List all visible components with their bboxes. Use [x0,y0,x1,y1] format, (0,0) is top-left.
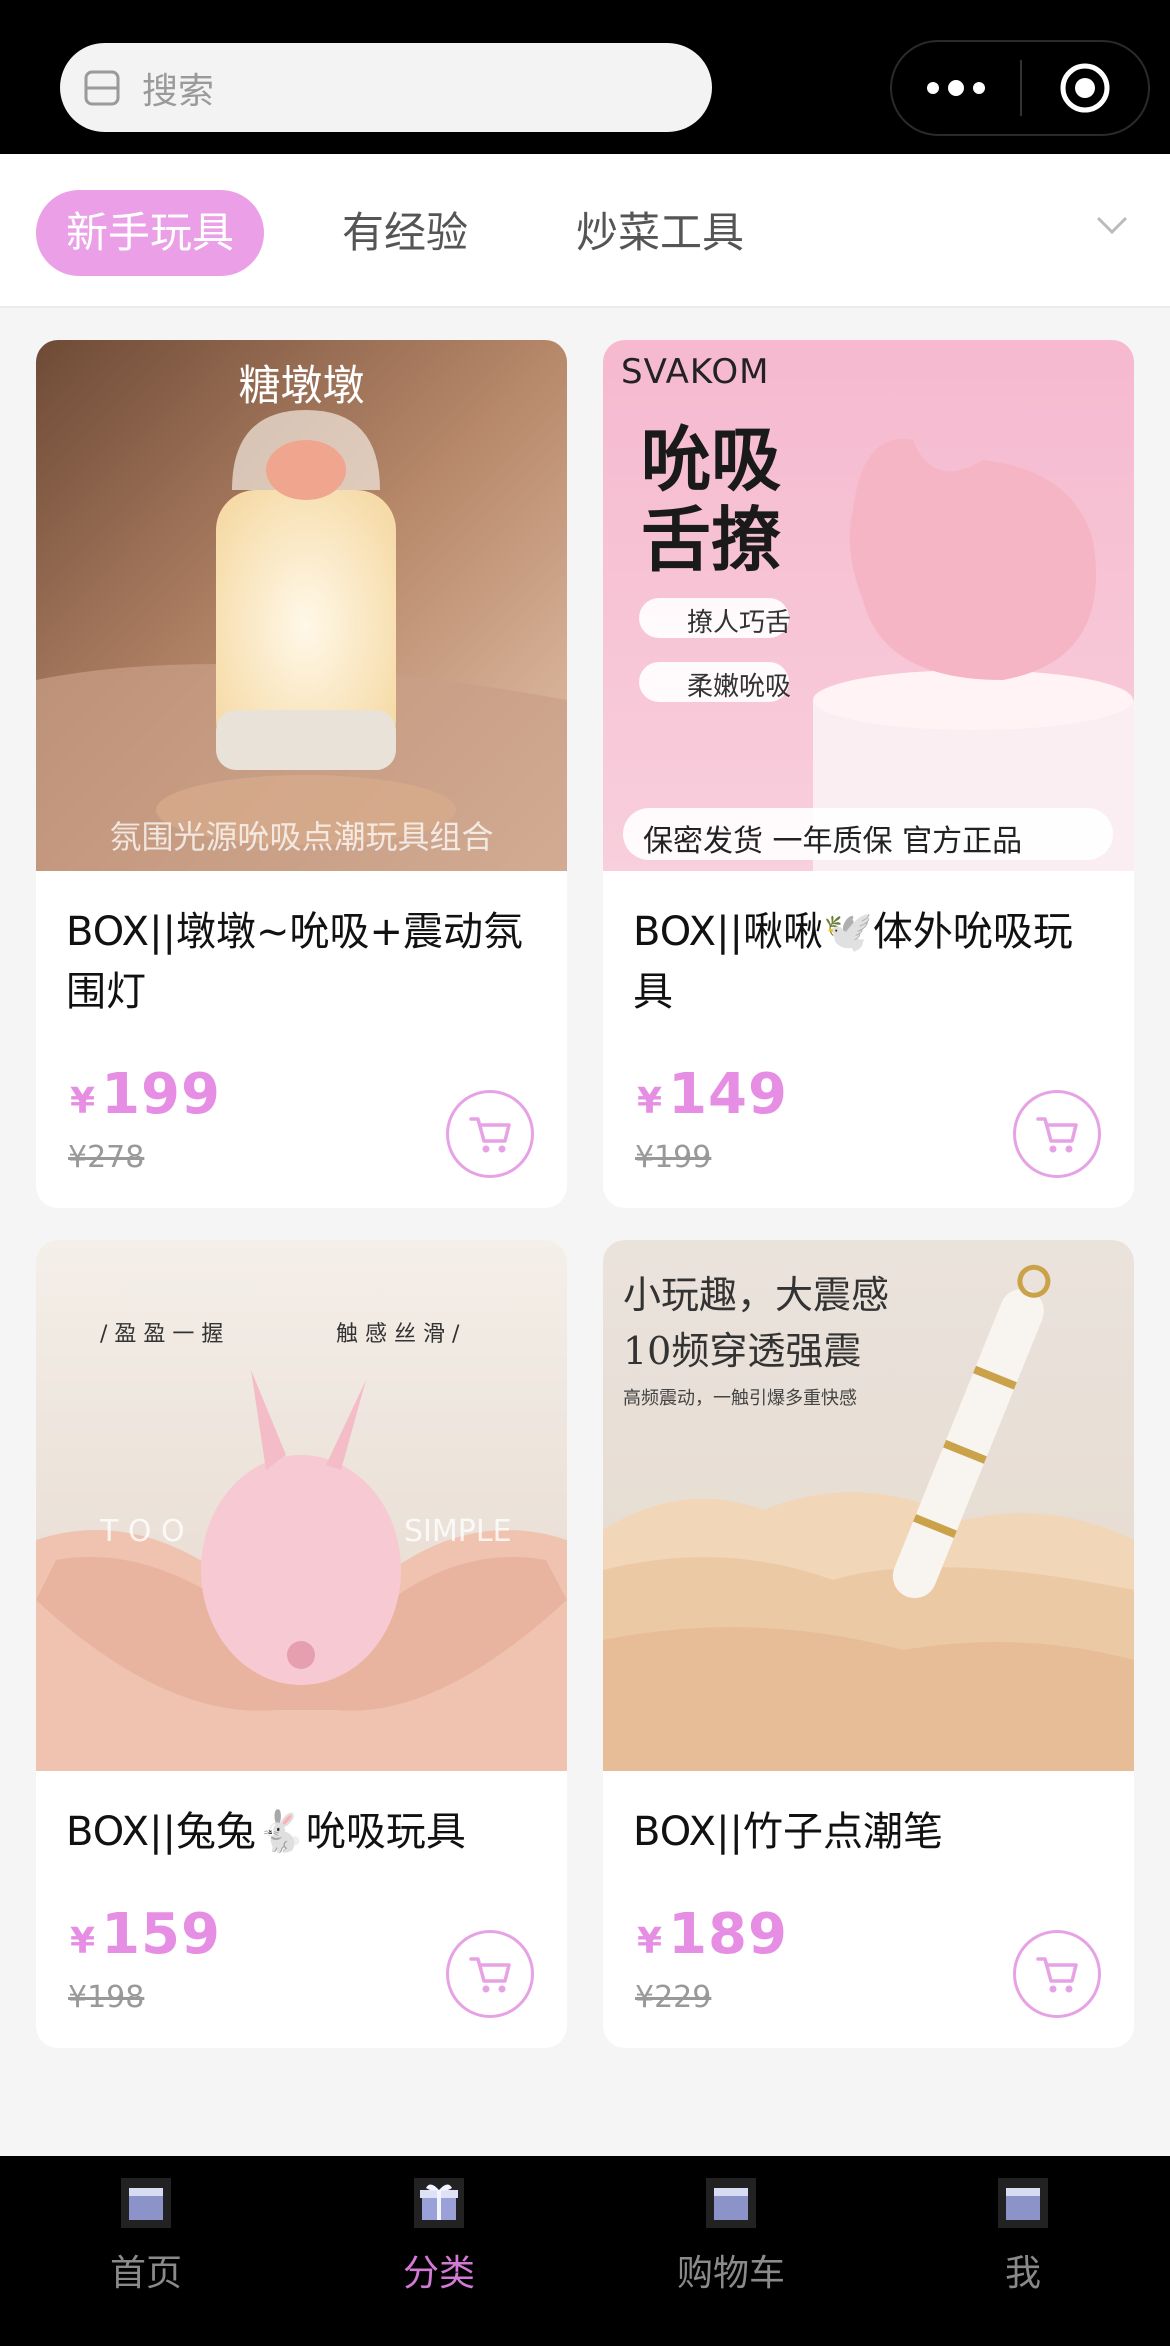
image-caption: T O O [100,1514,185,1549]
gift-box-icon [414,2178,464,2228]
target-icon[interactable] [1022,61,1148,115]
product-card[interactable]: SVAKOM 吮吸舌撩 撩人巧舌 柔嫩吮吸 保密发货 一年质保 官方正品 BOX… [603,340,1134,1208]
product-price: ¥ 159 [70,1902,221,1967]
price-value: 149 [668,1062,788,1127]
product-title: BOX||竹子点潮笔 [633,1809,944,1855]
price-value: 159 [101,1902,221,1967]
guarantee-badges: 保密发货 一年质保 官方正品 [643,824,1023,859]
product-price: ¥ 149 [637,1062,788,1127]
search-placeholder: 搜索 [142,70,215,112]
image-headline: 10频穿透强震 [623,1329,862,1373]
product-image[interactable]: 小玩趣，大震感 10频穿透强震 高频震动，一触引爆多重快感 [603,1240,1134,1771]
currency-symbol: ¥ [637,1081,663,1122]
product-image[interactable]: SVAKOM 吮吸舌撩 撩人巧舌 柔嫩吮吸 保密发货 一年质保 官方正品 [603,340,1134,871]
currency-symbol: ¥ [637,1921,663,1962]
original-price: ¥198 [68,1980,145,2015]
nav-label: 我 [1004,2253,1041,2294]
add-to-cart-button[interactable] [446,1090,534,1178]
nav-cart[interactable]: 购物车 [656,2176,806,2296]
brand-logo: SVAKOM [621,352,770,392]
original-price: ¥229 [635,1980,712,2015]
cart-icon [1036,1957,1078,1993]
chevron-down-icon[interactable] [1092,206,1132,246]
nav-label: 分类 [402,2253,475,2294]
add-to-cart-button[interactable] [446,1930,534,2018]
nav-home[interactable]: 首页 [71,2176,221,2296]
nav-me[interactable]: 我 [948,2176,1098,2296]
image-caption: SIMPLE [404,1514,512,1549]
product-price: ¥ 189 [637,1902,788,1967]
original-price: ¥278 [68,1140,145,1175]
price-value: 189 [668,1902,788,1967]
cart-icon [1036,1117,1078,1153]
top-bar: 搜索 [0,0,1170,154]
cube-icon [121,2178,171,2228]
price-value: 199 [101,1062,221,1127]
image-caption: 高频震动，一触引爆多重快感 [623,1388,857,1409]
product-title: BOX||啾啾🕊️体外吮吸玩具 [633,909,1073,1015]
image-headline: 小玩趣，大震感 [623,1273,890,1317]
mini-program-capsule [890,40,1150,136]
image-caption: 氛围光源吮吸点潮玩具组合 [109,818,494,856]
currency-symbol: ¥ [70,1081,96,1122]
more-dots-icon[interactable] [892,80,1020,96]
cube-icon [998,2178,1048,2228]
bottom-navigation: 首页 分类 购物车 我 [0,2156,1170,2346]
product-card[interactable]: 糖墩墩 氛围光源吮吸点潮玩具组合 BOX||墩墩~吮吸+震动氛围灯 ¥ 199 … [36,340,567,1208]
nav-label: 首页 [109,2253,182,2294]
feature-label: 柔嫩吮吸 [687,672,792,702]
currency-symbol: ¥ [70,1921,96,1962]
feature-label: 撩人巧舌 [687,608,792,638]
product-card[interactable]: / 盈 盈 一 握 触 感 丝 滑 / T O O SIMPLE BOX||兔兔… [36,1240,567,2048]
cart-icon [469,1117,511,1153]
image-caption: 糖墩墩 [238,361,365,410]
add-to-cart-button[interactable] [1013,1090,1101,1178]
add-to-cart-button[interactable] [1013,1930,1101,2018]
product-image[interactable]: / 盈 盈 一 握 触 感 丝 滑 / T O O SIMPLE [36,1240,567,1771]
image-caption: 触 感 丝 滑 / [336,1322,460,1347]
original-price: ¥199 [635,1140,712,1175]
image-caption: / 盈 盈 一 握 [100,1322,224,1347]
product-image[interactable]: 糖墩墩 氛围光源吮吸点潮玩具组合 [36,340,567,871]
cube-icon [706,2178,756,2228]
tab-experienced[interactable]: 有经验 [342,190,468,276]
nav-category[interactable]: 分类 [364,2176,514,2296]
search-bar[interactable]: 搜索 [60,43,712,132]
tab-cooking-tools[interactable]: 炒菜工具 [576,190,744,276]
product-card[interactable]: 小玩趣，大震感 10频穿透强震 高频震动，一触引爆多重快感 BOX||竹子点潮笔… [603,1240,1134,2048]
cart-icon [469,1957,511,1993]
tab-beginner[interactable]: 新手玩具 [36,190,264,276]
nav-label: 购物车 [676,2253,785,2294]
product-price: ¥ 199 [70,1062,221,1127]
image-headline: 吮吸舌撩 [641,419,781,581]
product-title: BOX||墩墩~吮吸+震动氛围灯 [66,909,524,1015]
scan-icon [84,70,120,105]
category-tabs: 新手玩具 有经验 炒菜工具 [0,154,1170,308]
product-title: BOX||兔兔🐇吮吸玩具 [66,1809,466,1855]
